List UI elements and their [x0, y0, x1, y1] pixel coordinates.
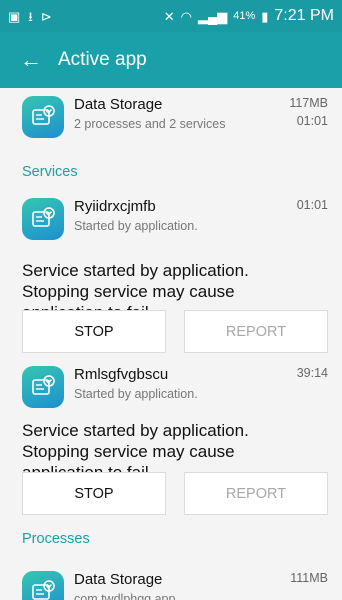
gallery-notification-icon: ▣: [8, 8, 21, 24]
service-actions: STOP REPORT: [0, 310, 342, 353]
service-name: Ryiidrxcjmfb: [74, 198, 156, 215]
report-button[interactable]: REPORT: [184, 472, 328, 515]
service-row[interactable]: Ryiidrxcjmfb Started by application. 01:…: [0, 198, 342, 240]
service-time: 39:14: [296, 366, 328, 380]
report-button[interactable]: REPORT: [184, 310, 328, 353]
app-name: Data Storage: [74, 96, 163, 113]
data-storage-app-icon: [22, 96, 64, 138]
app-size: 117MB: [289, 96, 328, 110]
service-name: Rmlsgfvgbscu: [74, 366, 169, 383]
services-header: Services: [22, 164, 78, 180]
page-title: Active app: [58, 49, 147, 70]
app-row-data-storage[interactable]: Data Storage 2 processes and 2 services …: [0, 96, 342, 138]
service-row[interactable]: Rmlsgfvgbscu Started by application. 39:…: [0, 366, 342, 408]
download-notification-icon: ⭳: [28, 8, 33, 24]
app-bar: ← Active app: [0, 32, 342, 88]
back-arrow-icon[interactable]: ←: [20, 47, 58, 73]
stop-button[interactable]: STOP: [22, 472, 166, 515]
signal-icon: ▂▄▆: [198, 8, 228, 24]
processes-header: Processes: [22, 531, 90, 547]
content: Data Storage 2 processes and 2 services …: [0, 88, 342, 600]
battery-icon: ▮: [261, 8, 269, 24]
service-sub: Started by application.: [74, 219, 198, 233]
process-name: Data Storage: [74, 571, 163, 588]
service-time: 01:01: [296, 198, 328, 212]
wifi-icon: ◠: [180, 8, 192, 24]
status-bar: ▣ ⭳ ⊳ ✕ ◠ ▂▄▆ 41% ▮ 7:21 PM: [0, 0, 342, 32]
app-detail: 2 processes and 2 services: [74, 117, 226, 131]
clock: 7:21 PM: [274, 7, 334, 24]
process-app-icon: [22, 571, 64, 600]
service-app-icon: [22, 366, 64, 408]
app-time: 01:01: [296, 114, 328, 128]
stop-button[interactable]: STOP: [22, 310, 166, 353]
process-package: com.twdlphgq.app: [74, 592, 176, 600]
battery-percent: 41%: [233, 10, 256, 22]
mute-icon: ✕: [163, 8, 175, 24]
service-app-icon: [22, 198, 64, 240]
service-sub: Started by application.: [74, 387, 198, 401]
process-row[interactable]: Data Storage com.twdlphgq.app 111MB: [0, 571, 342, 600]
play-store-notification-icon: ⊳: [40, 8, 52, 24]
process-size: 111MB: [290, 571, 328, 585]
service-actions: STOP REPORT: [0, 472, 342, 515]
